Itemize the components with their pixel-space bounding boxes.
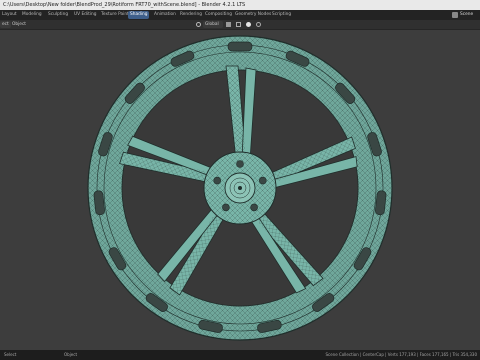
- proportional-edit-icon[interactable]: [246, 22, 251, 27]
- viewport-header: ect Object Global: [0, 20, 480, 30]
- tab-animation[interactable]: Animation: [152, 11, 178, 19]
- transform-icon[interactable]: [196, 22, 201, 27]
- scene-statistics: Scene Collection | CenterCap | Verts 177…: [325, 352, 477, 357]
- scene-icon[interactable]: [452, 12, 458, 18]
- status-select: Select: [4, 352, 17, 357]
- snap-icon[interactable]: [236, 22, 241, 27]
- tab-sculpting[interactable]: Sculpting: [46, 11, 70, 19]
- wheel-render: [87, 35, 393, 341]
- 3d-viewport[interactable]: [0, 30, 480, 350]
- status-object: Object: [64, 352, 78, 357]
- tab-texture-paint[interactable]: Texture Paint: [99, 11, 131, 19]
- tab-layout[interactable]: Layout: [0, 11, 19, 19]
- scene-selector[interactable]: Scene: [460, 10, 473, 20]
- tab-scripting[interactable]: Scripting: [270, 11, 293, 19]
- window-title: C:\Users\Desktop\New folder\BlendProd_29…: [3, 2, 246, 8]
- tab-compositing[interactable]: Compositing: [203, 11, 234, 19]
- object-menu[interactable]: Object: [10, 21, 28, 28]
- workspace-tab-bar: Layout Modeling Sculpting UV Editing Tex…: [0, 10, 480, 20]
- transform-orientation-select[interactable]: Global: [203, 21, 223, 28]
- tab-shading[interactable]: Shading: [128, 11, 150, 19]
- window-title-bar: C:\Users\Desktop\New folder\BlendProd_29…: [0, 0, 480, 10]
- status-bar: Select Object Scene Collection | CenterC…: [0, 350, 480, 360]
- tab-geometry-nodes[interactable]: Geometry Nodes: [233, 11, 273, 19]
- tab-uv-editing[interactable]: UV Editing: [72, 11, 98, 19]
- tab-modeling[interactable]: Modeling: [20, 11, 44, 19]
- tab-rendering[interactable]: Rendering: [178, 11, 204, 19]
- overlay-icon[interactable]: [256, 22, 261, 27]
- pivot-icon[interactable]: [226, 22, 231, 27]
